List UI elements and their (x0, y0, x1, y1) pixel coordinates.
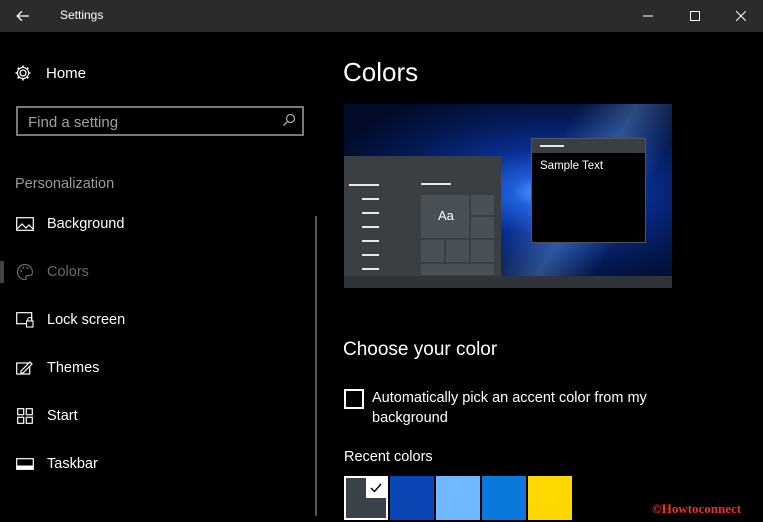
navigation-pane: Home Personalization Background Colors L… (0, 32, 325, 522)
section-label: Personalization (15, 176, 115, 192)
page-title: Colors (343, 57, 419, 87)
back-button[interactable] (0, 0, 46, 32)
recent-colors (344, 476, 574, 520)
nav-item-label: Start (47, 408, 78, 424)
picture-icon (16, 215, 34, 233)
recent-colors-label: Recent colors (344, 449, 433, 465)
auto-pick-checkbox[interactable] (344, 389, 364, 409)
watermark: ©Howtoconnect (652, 501, 742, 516)
preview-sample-text: Sample Text (540, 160, 604, 172)
search-input[interactable] (26, 111, 280, 133)
lock-screen-icon (16, 311, 34, 329)
nav-item-lock-screen[interactable]: Lock screen (0, 305, 310, 335)
start-icon (16, 407, 34, 425)
taskbar-icon (16, 455, 34, 473)
maximize-button[interactable] (672, 0, 718, 32)
close-button[interactable] (718, 0, 763, 32)
nav-item-start[interactable]: Start (0, 401, 310, 431)
choose-color-heading: Choose your color (343, 339, 498, 360)
nav-item-label: Themes (47, 360, 100, 376)
color-swatch[interactable] (390, 476, 434, 520)
preview-sample-window: Sample Text (531, 138, 646, 243)
color-preview: Aa Sample Text (344, 104, 672, 288)
preview-start-menu (344, 156, 501, 276)
preview-taskbar (344, 276, 672, 288)
color-swatch[interactable] (436, 476, 480, 520)
preview-tile-label: Aa (438, 208, 454, 223)
back-arrow-icon (16, 10, 29, 22)
minimize-icon (643, 15, 653, 17)
nav-scrollbar[interactable] (315, 216, 317, 516)
nav-item-colors[interactable]: Colors (0, 257, 310, 287)
nav-item-label: Colors (47, 264, 89, 280)
nav-item-label: Taskbar (47, 456, 98, 472)
themes-icon (16, 359, 34, 377)
nav-item-background[interactable]: Background (0, 209, 310, 239)
color-swatch[interactable] (528, 476, 572, 520)
nav-item-label: Lock screen (47, 312, 126, 328)
checkmark-icon (366, 478, 386, 498)
auto-pick-label[interactable]: Automatically pick an accent color from … (372, 388, 682, 428)
nav-item-themes[interactable]: Themes (0, 353, 310, 383)
color-swatch[interactable] (482, 476, 526, 520)
gear-icon (15, 65, 31, 81)
close-icon (736, 11, 746, 21)
nav-item-taskbar[interactable]: Taskbar (0, 449, 310, 479)
nav-item-label: Background (47, 216, 125, 232)
palette-icon (16, 263, 34, 281)
title-bar: Settings (0, 0, 763, 32)
search-icon (283, 113, 296, 126)
color-swatch[interactable] (344, 476, 388, 520)
content-pane: Colors Aa Sample Text Choose your color … (325, 32, 763, 522)
window-title: Settings (60, 8, 104, 22)
search-box[interactable] (16, 106, 304, 136)
nav-home-label: Home (46, 64, 87, 82)
minimize-button[interactable] (625, 0, 671, 32)
nav-home[interactable]: Home (14, 62, 86, 84)
maximize-icon (690, 11, 700, 21)
